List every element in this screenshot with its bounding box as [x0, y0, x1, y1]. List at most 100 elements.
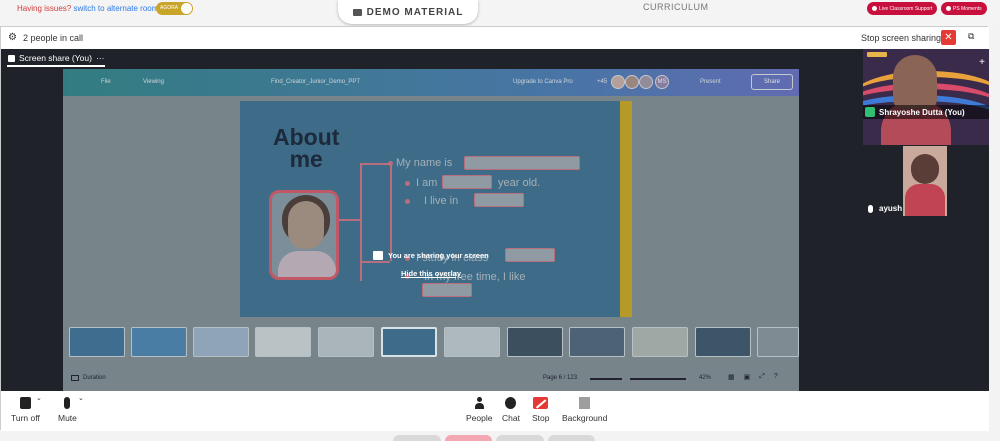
canva-duration: Duration: [71, 375, 106, 381]
camera-icon: [19, 397, 31, 409]
slide-thumbnail: [318, 327, 374, 357]
curriculum-link[interactable]: CURRICULUM: [643, 2, 709, 12]
folder-icon: [352, 8, 362, 16]
chat-button[interactable]: Chat: [502, 397, 520, 423]
canva-page-indicator: Page 6 / 123: [543, 375, 578, 381]
monitor-icon: [373, 251, 383, 260]
canva-zoom-slider: [630, 378, 686, 380]
canva-footer: Duration Page 6 / 123 42% ▦ ▣ ⤢ ?: [63, 367, 799, 392]
mic-active-icon: [865, 107, 875, 117]
stop-label: Stop: [532, 413, 550, 423]
hide-overlay-link[interactable]: Hide this overlay: [401, 269, 461, 278]
bottom-tab[interactable]: [548, 435, 595, 441]
stop-sharing-label[interactable]: Stop screen sharing: [861, 33, 941, 43]
connector-line: [390, 163, 392, 261]
slide-title-line2: me: [289, 146, 323, 172]
canva-collab-count: +45: [597, 79, 608, 85]
tab-screen-share-label: Screen share (You): [19, 53, 92, 63]
background-button[interactable]: Background: [562, 397, 607, 423]
slide-thumbnail: [255, 327, 311, 357]
slide-title-line1: About: [273, 124, 340, 150]
canva-present: Present: [700, 79, 721, 85]
participant-name: Shrayoshe Dutta (You): [879, 107, 965, 117]
room-toggle[interactable]: AGORA: [156, 2, 193, 15]
participant-video: [903, 146, 947, 216]
alternate-room-link[interactable]: switch to alternate room: [73, 4, 158, 13]
stop-share-button[interactable]: Stop: [532, 397, 550, 423]
connector-line: [360, 163, 362, 281]
shared-screen: File Viewing Find_Creator_Junior_Demo_PP…: [63, 69, 799, 392]
ps-moments-button[interactable]: PS Moments: [941, 2, 987, 15]
collaborator-avatar: [639, 75, 653, 89]
gear-icon[interactable]: ⚙: [8, 32, 17, 43]
presentation-slide: About me My name is I am year old. I liv…: [240, 101, 624, 317]
slide-thumbnail: [569, 327, 625, 357]
slide-line-live: I live in: [424, 195, 459, 207]
participant-face: [893, 55, 937, 109]
slide-thumbnails: [69, 327, 799, 359]
slide-thumbnail: [757, 327, 799, 357]
call-controls: Turn off ⌄ Mute ⌄ People Chat Stop Backg…: [1, 391, 989, 431]
chat-icon: [505, 397, 517, 409]
toggle-knob: [181, 3, 192, 14]
photo-face: [288, 201, 324, 249]
chevron-down-icon[interactable]: ⌄: [78, 394, 84, 402]
live-support-button[interactable]: Live Classroom Support: [867, 2, 938, 15]
answer-blank: [474, 193, 524, 207]
call-window: ⚙ 2 people in call Stop screen sharing ✕…: [0, 26, 989, 431]
slide-thumbnail: [632, 327, 688, 357]
support-icon: [872, 6, 877, 11]
background-icon: [579, 397, 591, 409]
person-icon: [474, 397, 485, 409]
turn-off-label: Turn off: [11, 413, 40, 423]
answer-blank: [505, 248, 555, 262]
brand-logo: [867, 52, 887, 57]
slide-thumbnail: [444, 327, 500, 357]
canva-upgrade: Upgrade to Canva Pro: [513, 79, 573, 85]
tab-screen-share[interactable]: Screen share (You) ···: [8, 53, 104, 63]
stop-sharing-button[interactable]: ✕: [941, 30, 956, 45]
slide-thumbnail: [69, 327, 125, 357]
canva-zoom: 42%: [699, 375, 712, 381]
people-button[interactable]: People: [466, 397, 492, 423]
moments-icon: [946, 6, 951, 11]
mute-label: Mute: [58, 413, 77, 423]
demo-material-button[interactable]: DEMO MATERIAL: [338, 0, 478, 24]
connector-line: [339, 219, 361, 221]
bottom-tab-active[interactable]: [445, 435, 492, 441]
pages-icon: ▣: [743, 374, 751, 381]
add-icon[interactable]: +: [979, 57, 985, 68]
connector-line: [360, 163, 390, 165]
chat-label: Chat: [502, 413, 520, 423]
canva-viewing: Viewing: [143, 79, 164, 85]
slide-edge: [620, 101, 632, 317]
slide-title: About me: [273, 124, 340, 172]
demo-material-label: DEMO MATERIAL: [366, 6, 464, 18]
participant-namebar: ayush: [868, 204, 902, 213]
video-stage: Screen share (You) ··· File Viewing Find…: [1, 49, 989, 392]
chevron-down-icon[interactable]: ⌄: [36, 394, 42, 402]
participant-tile-ayush[interactable]: ayush: [863, 146, 989, 218]
answer-blank: [464, 156, 580, 170]
issues-notice: Having issues? switch to alternate room: [17, 4, 158, 13]
screens-icon[interactable]: ⧉: [968, 31, 981, 43]
fullscreen-icon: ⤢: [759, 373, 765, 380]
sharing-overlay-message: You are sharing your screen: [373, 251, 489, 260]
collaborator-avatar: [625, 75, 639, 89]
canva-share: Share: [751, 74, 793, 90]
slide-thumbnail: [193, 327, 249, 357]
tab-more-icon[interactable]: ···: [96, 53, 105, 63]
slide-thumbnail-selected: [381, 327, 437, 357]
bottom-tab[interactable]: [496, 435, 544, 441]
stop-share-icon: [533, 397, 549, 409]
issues-text: Having issues?: [17, 4, 72, 13]
share-tab-row: Screen share (You) ···: [1, 49, 863, 67]
duration-label: Duration: [83, 375, 106, 381]
participant-tile-self[interactable]: + Shrayoshe Dutta (You): [863, 49, 989, 145]
tab-underline: [7, 65, 105, 67]
bottom-tab[interactable]: [393, 435, 441, 441]
canva-doc-title: Find_Creator_Junior_Demo_PPT: [271, 79, 361, 85]
canva-toolbar: File Viewing Find_Creator_Junior_Demo_PP…: [63, 69, 799, 96]
mute-button[interactable]: Mute: [58, 397, 77, 423]
microphone-icon: [64, 397, 71, 409]
